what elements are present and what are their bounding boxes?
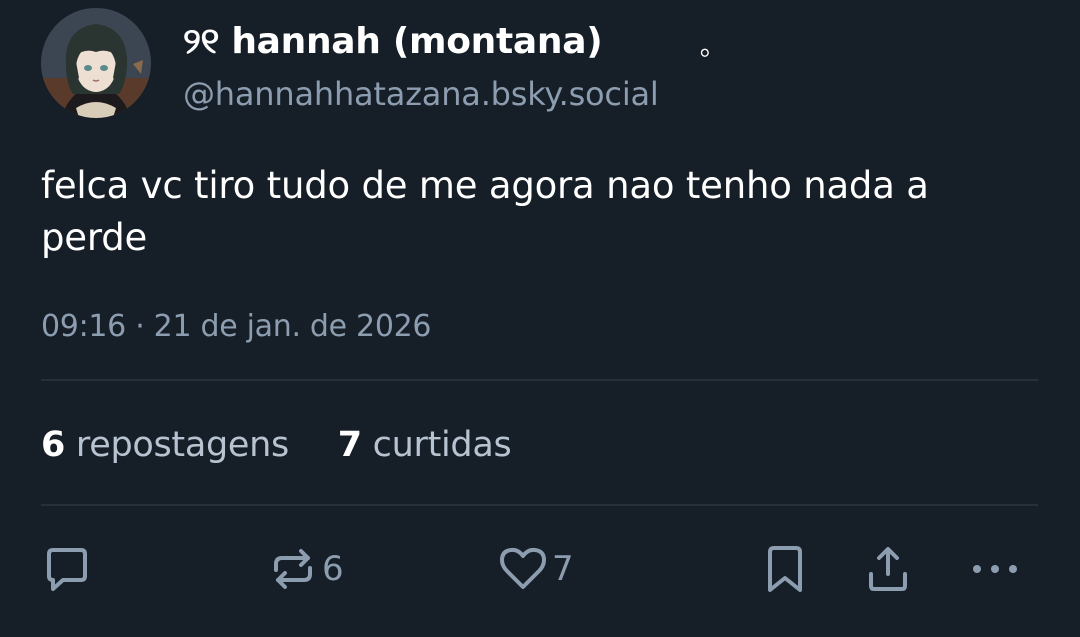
more-options-button[interactable] [970, 544, 1020, 594]
repost-button[interactable]: 6 [268, 544, 344, 594]
likes-label: curtidas [372, 425, 512, 465]
reposts-stat[interactable]: 6 repostagens [41, 423, 289, 467]
likes-stat[interactable]: 7 curtidas [338, 423, 512, 467]
post-text: felca vc tiro tudo de me agora nao tenho… [41, 164, 929, 259]
bookmark-icon [760, 544, 810, 594]
comment-bubble-icon [41, 544, 91, 594]
share-button[interactable] [863, 544, 913, 594]
like-count: 7 [552, 549, 574, 589]
bookmark-button[interactable] [760, 544, 810, 594]
heart-icon [498, 544, 548, 594]
likes-count: 7 [337, 425, 362, 465]
repost-count: 6 [322, 549, 344, 589]
like-button[interactable]: 7 [498, 544, 574, 594]
reposts-label: repostagens [75, 425, 289, 465]
author-name-suffix: ｡ [700, 32, 714, 62]
avatar[interactable] [41, 8, 151, 118]
author-display-name[interactable]: ୨୧ hannah (montana) [183, 20, 603, 64]
repost-icon [268, 544, 318, 594]
share-icon [863, 544, 913, 594]
author-handle[interactable]: @hannahhatazana.bsky.social [183, 74, 659, 114]
more-horizontal-icon [970, 544, 1020, 594]
divider [41, 504, 1038, 506]
post-timestamp: 09:16 · 21 de jan. de 2026 [41, 309, 432, 344]
anime-girl-avatar-icon [41, 8, 151, 118]
reply-button[interactable] [41, 544, 91, 594]
post-stats: 6 repostagens 7 curtidas [41, 423, 549, 467]
divider [41, 379, 1038, 381]
post-thread-view: ୨୧ hannah (montana) ｡ @hannahhatazana.bs… [0, 0, 1080, 637]
reposts-count: 6 [41, 425, 66, 465]
